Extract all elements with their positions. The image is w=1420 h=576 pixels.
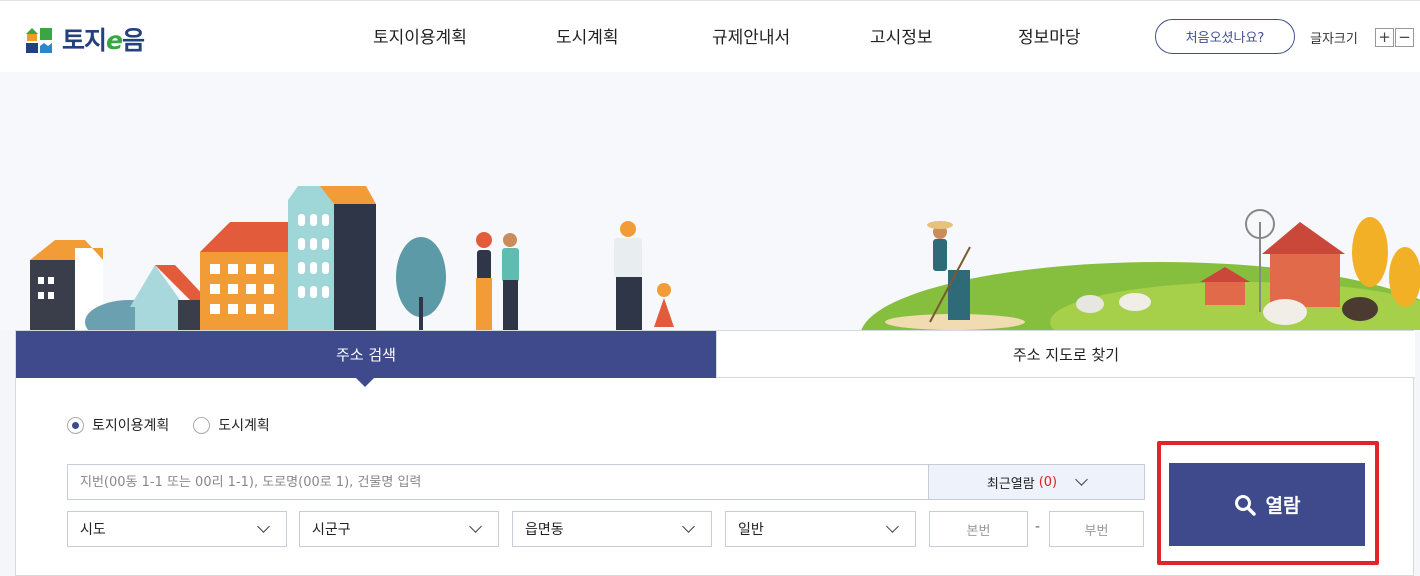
view-button[interactable]: 열람 <box>1169 463 1365 546</box>
font-increase-button[interactable]: + <box>1375 28 1394 47</box>
nav-info-yard[interactable]: 정보마당 <box>1018 23 1081 48</box>
nav-urban-plan[interactable]: 도시계획 <box>556 23 619 48</box>
sub-lot-number-input[interactable]: 부번 <box>1049 511 1144 547</box>
address-search-panel: 주소 검색 주소 지도로 찾기 토지이용계획 도시계획 최근열람 (0) 시도 … <box>15 330 1415 576</box>
font-decrease-button[interactable]: − <box>1395 28 1414 47</box>
radio-land-use-plan[interactable]: 토지이용계획 <box>67 415 169 435</box>
recent-view-count: (0) <box>1038 474 1058 490</box>
radio-unchecked-icon[interactable] <box>193 416 211 434</box>
plan-type-radio-group: 토지이용계획 도시계획 <box>67 415 270 435</box>
radio-checked-icon[interactable] <box>67 416 84 434</box>
eupmyeondong-select[interactable]: 읍면동 <box>512 511 712 547</box>
lot-separator: - <box>1035 519 1041 535</box>
chevron-down-icon <box>469 520 482 533</box>
lot-type-select-value: 일반 <box>738 522 764 538</box>
nav-notice-info[interactable]: 고시정보 <box>870 23 933 48</box>
tab-address-search[interactable]: 주소 검색 <box>16 331 716 387</box>
sido-select[interactable]: 시도 <box>67 511 287 547</box>
search-icon <box>1234 494 1256 516</box>
sido-select-value: 시도 <box>80 522 106 538</box>
logo-text: 토지e음 <box>62 26 145 55</box>
nav-regulation-guide[interactable]: 규제안내서 <box>712 23 790 48</box>
main-lot-number-input[interactable]: 본번 <box>929 511 1028 547</box>
hero-scene <box>30 186 1420 330</box>
header: 토지e음 토지이용계획 도시계획 규제안내서 고시정보 정보마당 처음오셨나요?… <box>0 0 1420 72</box>
site-logo[interactable]: 토지e음 <box>24 21 145 57</box>
radio-label-land-use: 토지이용계획 <box>92 418 170 434</box>
sigungu-select[interactable]: 시군구 <box>299 511 499 547</box>
sigungu-select-value: 시군구 <box>312 522 351 538</box>
view-button-label: 열람 <box>1265 495 1301 517</box>
address-search-input[interactable] <box>67 464 929 500</box>
eupmyeondong-select-value: 읍면동 <box>525 522 564 538</box>
chevron-down-icon <box>1075 473 1088 486</box>
chevron-down-icon <box>257 520 270 533</box>
lot-type-select[interactable]: 일반 <box>725 511 916 547</box>
hero-illustration <box>0 72 1420 330</box>
nav-land-use-plan[interactable]: 토지이용계획 <box>373 23 467 48</box>
first-visit-button[interactable]: 처음오셨나요? <box>1155 19 1295 54</box>
logo-house-icon <box>26 28 52 53</box>
chevron-down-icon <box>682 520 695 533</box>
tab-map-search[interactable]: 주소 지도로 찾기 <box>716 331 1415 378</box>
radio-urban-plan[interactable]: 도시계획 <box>193 415 270 435</box>
font-size-label: 글자크기 <box>1310 32 1358 47</box>
chevron-down-icon <box>886 520 899 533</box>
recent-view-dropdown[interactable]: 최근열람 (0) <box>929 464 1145 500</box>
recent-view-label: 최근열람 <box>986 476 1035 492</box>
radio-label-urban-plan: 도시계획 <box>218 418 270 434</box>
